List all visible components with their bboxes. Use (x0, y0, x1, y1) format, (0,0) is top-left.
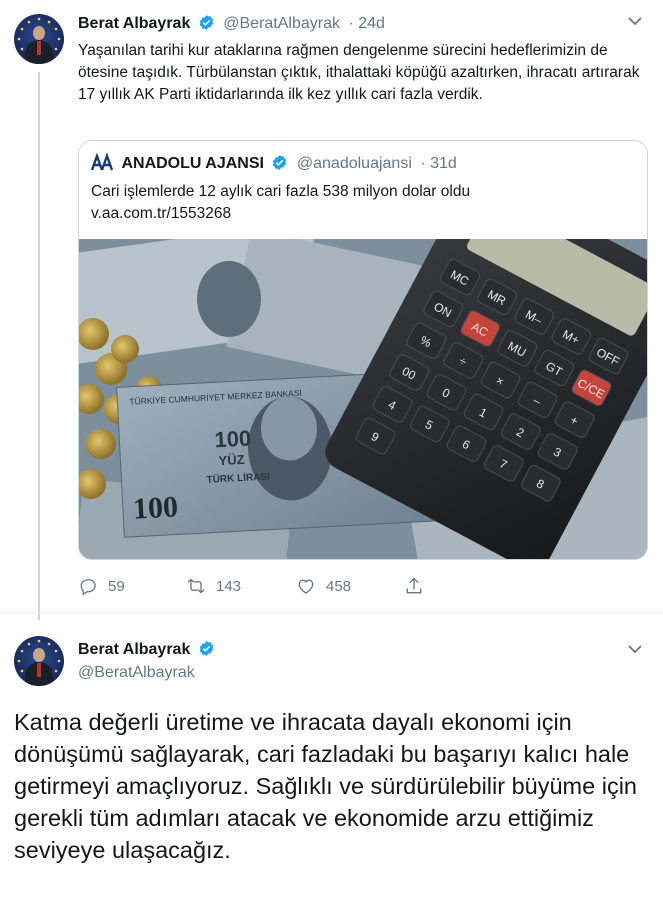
retweet-button[interactable]: 143 (186, 574, 241, 598)
reply-button[interactable]: 59 (78, 574, 125, 598)
retweet-count: 143 (216, 577, 242, 595)
quoted-tweet-card[interactable]: ANADOLU AJANSI @anadoluajansi · 31d Cari… (78, 140, 648, 560)
quoted-tweet-text: Cari işlemlerde 12 aylık cari fazla 538 … (91, 181, 631, 225)
share-icon (406, 577, 422, 594)
share-button[interactable] (404, 574, 434, 598)
quoted-author-name[interactable]: ANADOLU AJANSI (121, 155, 264, 172)
person-tie (37, 41, 41, 55)
banknote-yuz: YÜZ (218, 452, 245, 468)
reply-count: 59 (108, 577, 125, 595)
person-head (33, 648, 45, 662)
divider (0, 612, 663, 613)
quoted-tweet-link[interactable]: v.aa.com.tr/1553268 (91, 203, 631, 225)
anadolu-logo-icon (91, 153, 113, 171)
banknote-value: 100 (214, 425, 252, 452)
author-name[interactable]: Berat Albayrak (78, 15, 190, 32)
like-count: 458 (326, 577, 352, 595)
person-tie (37, 663, 41, 677)
banknote-corner-value: 100 (132, 490, 179, 525)
tweet-header: Berat Albayrak (78, 640, 215, 659)
quoted-tweet-photo[interactable]: TÜRKİYE CUMHURİYET MERKEZ BANKASI 100 YÜ… (79, 239, 648, 560)
quoted-author-handle[interactable]: @anadoluajansi (297, 155, 412, 172)
person-head (33, 26, 45, 40)
quoted-tweet-header: ANADOLU AJANSI @anadoluajansi · 31d (91, 153, 457, 173)
quoted-tweet-body: Cari işlemlerde 12 aylık cari fazla 538 … (91, 183, 471, 200)
author-handle[interactable]: @BeratAlbayrak (223, 15, 340, 32)
author-handle[interactable]: @BeratAlbayrak (78, 664, 195, 682)
retweet-icon (187, 578, 205, 594)
verified-badge-icon (273, 155, 287, 170)
reply-icon (80, 579, 96, 596)
verified-badge-icon (199, 15, 214, 30)
tweet-text: Katma değerli üretime ve ihracata dayalı… (14, 709, 637, 863)
tweet-text: Yaşanılan tarihi kur ataklarına rağmen d… (78, 42, 640, 103)
avatar[interactable] (14, 636, 64, 686)
tweet-actions: 59 143 458 (78, 574, 478, 598)
like-button[interactable]: 458 (296, 574, 351, 598)
author-name[interactable]: Berat Albayrak (78, 641, 190, 658)
like-icon (298, 579, 314, 594)
avatar[interactable] (14, 14, 64, 64)
tweet-header: Berat Albayrak @BeratAlbayrak · 24d (78, 14, 385, 33)
thread-line (38, 72, 40, 620)
chevron-down-icon[interactable] (628, 16, 642, 26)
quoted-tweet-time[interactable]: · 31d (420, 155, 456, 172)
tweet-time[interactable]: · 24d (348, 15, 384, 32)
chevron-down-icon[interactable] (628, 644, 642, 654)
verified-badge-icon (199, 641, 214, 656)
